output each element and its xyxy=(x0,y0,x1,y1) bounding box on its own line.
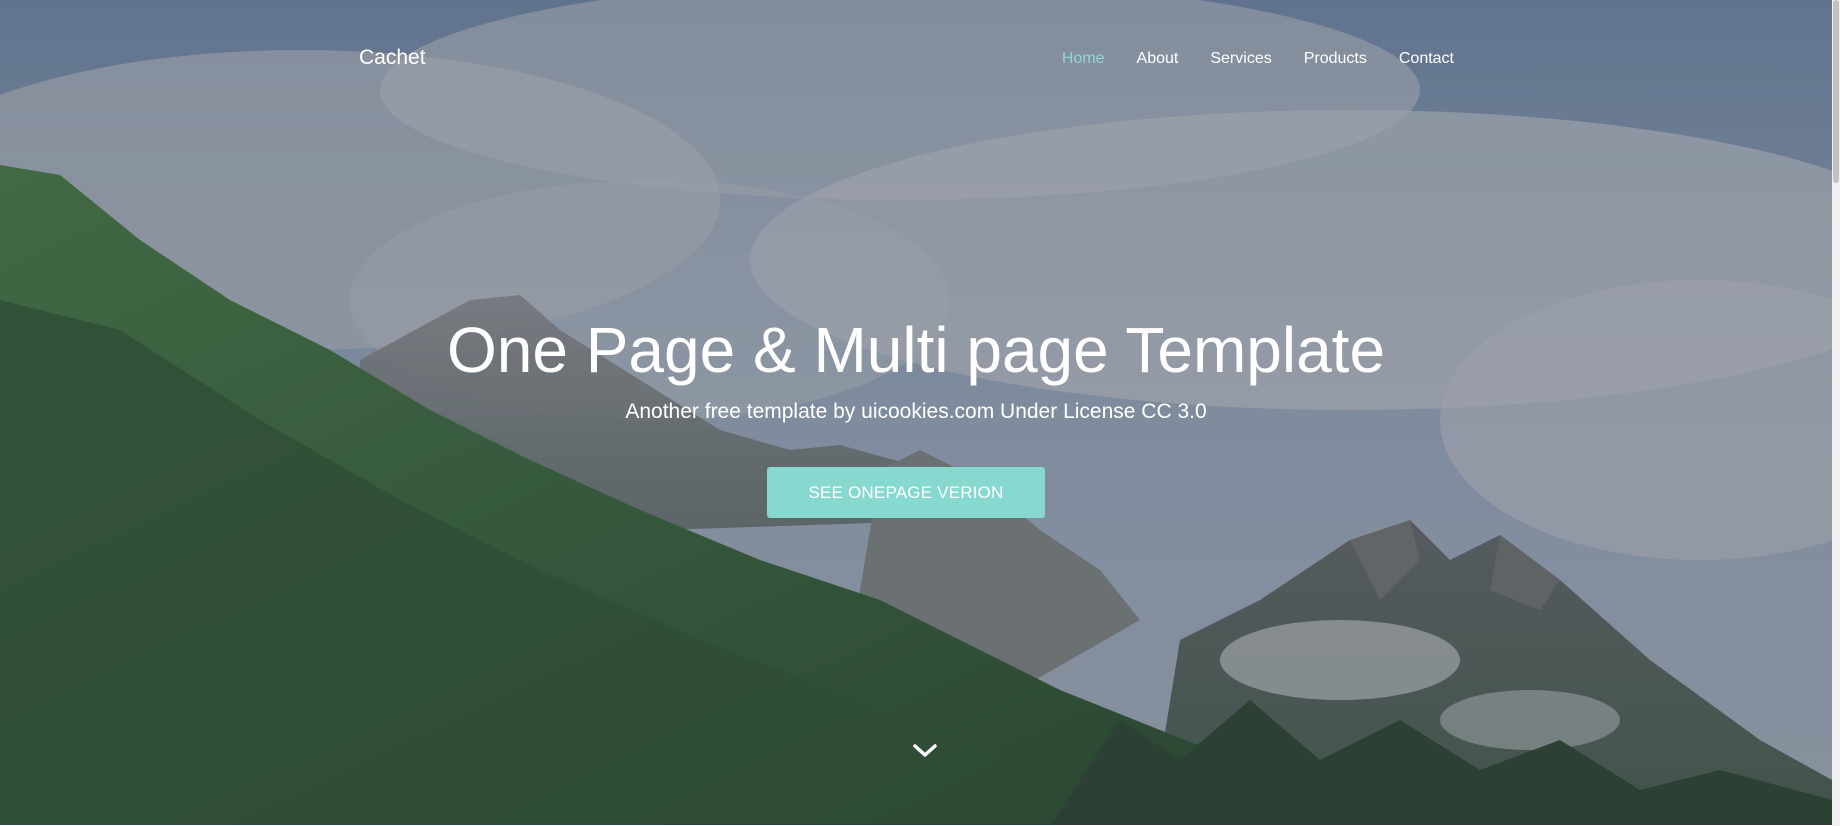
navbar: Cachet Home About Services Products Cont… xyxy=(0,0,1832,118)
page-scrollbar-thumb[interactable] xyxy=(1833,0,1839,183)
brand-logo-link[interactable]: Cachet xyxy=(359,46,426,70)
see-onepage-version-button[interactable]: SEE ONEPAGE VERION xyxy=(767,467,1045,518)
main-nav: Home About Services Products Contact xyxy=(1030,49,1454,69)
hero-section: Cachet Home About Services Products Cont… xyxy=(0,0,1832,825)
nav-item-contact[interactable]: Contact xyxy=(1399,49,1454,69)
nav-item-home[interactable]: Home xyxy=(1062,49,1105,69)
nav-item-services[interactable]: Services xyxy=(1210,49,1271,69)
nav-item-products[interactable]: Products xyxy=(1304,49,1367,69)
chevron-down-icon[interactable] xyxy=(911,741,939,761)
nav-item-about[interactable]: About xyxy=(1137,49,1179,69)
hero-subtitle: Another free template by uicookies.com U… xyxy=(625,400,1207,423)
hero-title: One Page & Multi page Template xyxy=(446,314,1386,386)
